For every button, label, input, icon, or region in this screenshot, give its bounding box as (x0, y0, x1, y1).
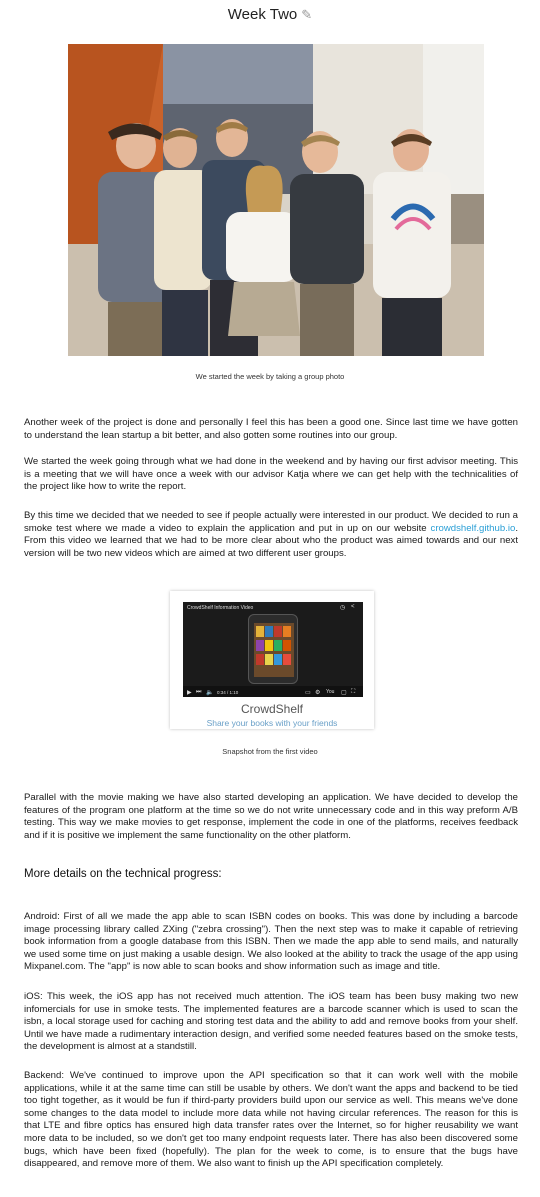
website-link[interactable]: crowdshelf.github.io (431, 523, 516, 534)
group-photo (68, 44, 484, 356)
paragraph-smoke-test: By this time we decided that we needed t… (24, 510, 518, 560)
paragraph-intro: Another week of the project is done and … (24, 417, 518, 441)
section-heading: More details on the technical progress: (24, 868, 222, 880)
photo-caption: We started the week by taking a group ph… (195, 372, 345, 381)
watch-later-icon[interactable]: ◷ (340, 604, 345, 611)
page-title-row: Week Two ✎ (0, 6, 540, 23)
youtube-logo[interactable]: You (326, 689, 334, 695)
video-player[interactable]: CrowdShelf Information Video ◷ < ▶ ⏭ 🔈 0… (183, 602, 363, 697)
settings-icon[interactable]: ⚙ (315, 689, 320, 696)
video-time: 0:34 / 1:10 (217, 690, 239, 695)
paragraph-android: Android: First of all we made the app ab… (24, 911, 518, 973)
fullscreen-icon[interactable]: ⛶ (351, 689, 355, 696)
video-caption: Snapshot from the first video (222, 747, 318, 756)
phone-screen (254, 623, 294, 677)
volume-icon[interactable]: 🔈 (206, 689, 213, 696)
video-snapshot-card: CrowdShelf Information Video ◷ < ▶ ⏭ 🔈 0… (170, 591, 374, 729)
video-brand: CrowdShelf (240, 702, 304, 716)
paragraph-backend: Backend: We've continued to improve upon… (24, 1070, 518, 1170)
paragraph-advisor-meeting: We started the week going through what w… (24, 456, 518, 493)
play-icon[interactable]: ▶ (187, 689, 192, 696)
page-title: Week Two (227, 6, 298, 23)
next-icon[interactable]: ⏭ (196, 689, 201, 696)
pencil-icon[interactable]: ✎ (301, 7, 312, 23)
window-icon[interactable]: ▢ (341, 689, 347, 696)
paragraph-ios: iOS: This week, the iOS app has not rece… (24, 991, 518, 1053)
captions-icon[interactable]: ▭ (305, 689, 311, 696)
phone-mockup (248, 614, 298, 684)
video-tagline: Share your books with your friends (206, 718, 338, 728)
share-icon[interactable]: < (351, 604, 355, 610)
paragraph-development: Parallel with the movie making we have a… (24, 792, 518, 841)
video-title: CrowdShelf Information Video (187, 605, 254, 611)
